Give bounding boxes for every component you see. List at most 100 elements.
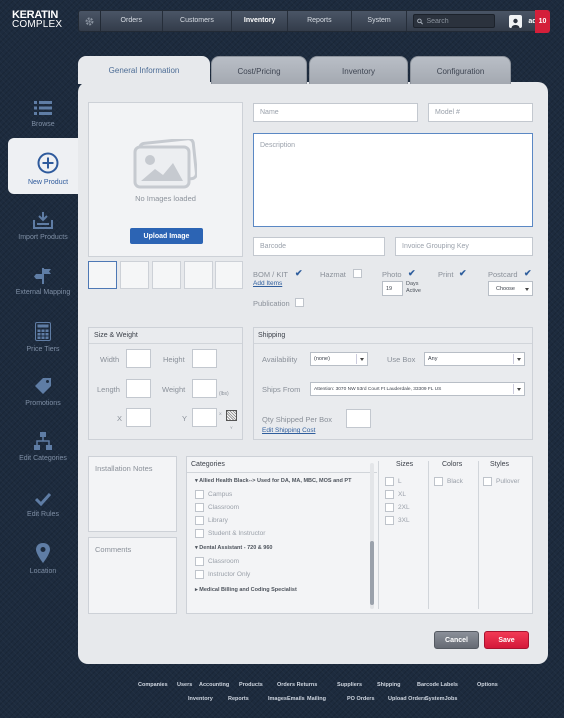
days-active-stepper[interactable]: 19: [382, 281, 403, 296]
gear-icon[interactable]: [79, 11, 101, 31]
footer-link[interactable]: Suppliers: [337, 682, 362, 688]
sidebar-item-edit-rules[interactable]: Edit Rules: [0, 492, 86, 518]
size-item[interactable]: 3XL: [385, 516, 410, 525]
width-input[interactable]: [126, 349, 151, 368]
use-box-select[interactable]: Any: [424, 352, 525, 366]
category-checkbox[interactable]: [195, 516, 204, 525]
category-checkbox[interactable]: [195, 529, 204, 538]
category-group-allied-health[interactable]: ▾ Allied Health Black--> Used for DA, MA…: [195, 478, 351, 484]
invoice-grouping-key-field[interactable]: Invoice Grouping Key: [395, 237, 533, 256]
footer-link[interactable]: Mailing: [307, 696, 326, 702]
size-item[interactable]: XL: [385, 490, 406, 499]
sidebar-item-price-tiers[interactable]: Price Tiers: [0, 322, 86, 353]
nav-reports[interactable]: Reports: [288, 11, 352, 31]
sidebar-item-new-product[interactable]: New Product: [8, 138, 88, 194]
weight-input[interactable]: [192, 379, 217, 398]
sidebar-item-external-mapping[interactable]: External Mapping: [0, 266, 86, 296]
category-item[interactable]: Classroom: [195, 557, 239, 566]
installation-notes-field[interactable]: Installation Notes: [88, 456, 177, 532]
nav-system[interactable]: System: [352, 11, 408, 31]
category-item[interactable]: Classroom: [195, 503, 239, 512]
thumbnail-slot[interactable]: [120, 261, 149, 289]
footer-link[interactable]: Images: [268, 696, 287, 702]
user-avatar-icon[interactable]: [509, 14, 523, 28]
footer-link[interactable]: Barcode Labels: [417, 682, 458, 688]
size-checkbox[interactable]: [385, 490, 394, 499]
thumbnail-slot[interactable]: [88, 261, 117, 289]
thumbnail-slot[interactable]: [152, 261, 181, 289]
thumbnail-slot[interactable]: [184, 261, 213, 289]
bom-kit-checkbox[interactable]: ✔: [295, 268, 303, 279]
category-checkbox[interactable]: [195, 557, 204, 566]
search-input[interactable]: [426, 17, 495, 25]
edit-shipping-cost-link[interactable]: Edit Shipping Cost: [262, 427, 315, 434]
size-checkbox[interactable]: [385, 477, 394, 486]
footer-link[interactable]: PO Orders: [347, 696, 375, 702]
footer-link[interactable]: SystemJobs: [425, 696, 457, 702]
thumbnail-slot[interactable]: [215, 261, 243, 289]
qty-shipped-input[interactable]: [346, 409, 371, 428]
footer-link[interactable]: Shipping: [377, 682, 401, 688]
tab-general-information[interactable]: General Information: [78, 56, 210, 84]
postcard-checkbox[interactable]: ✔: [524, 268, 532, 279]
photo-checkbox[interactable]: ✔: [408, 268, 416, 279]
nav-inventory[interactable]: Inventory: [232, 11, 289, 31]
save-button[interactable]: Save: [484, 631, 529, 649]
model-field[interactable]: Model #: [428, 103, 533, 122]
category-item[interactable]: Campus: [195, 490, 232, 499]
size-item[interactable]: L: [385, 477, 402, 486]
nav-customers[interactable]: Customers: [163, 11, 233, 31]
tab-cost-pricing[interactable]: Cost/Pricing: [211, 56, 307, 84]
size-checkbox[interactable]: [385, 503, 394, 512]
cancel-button[interactable]: Cancel: [434, 631, 479, 649]
tab-configuration[interactable]: Configuration: [410, 56, 511, 84]
size-item[interactable]: 2XL: [385, 503, 410, 512]
description-field[interactable]: Description: [253, 133, 533, 227]
upload-image-button[interactable]: Upload Image: [130, 228, 203, 244]
footer-link[interactable]: Products: [239, 682, 263, 688]
style-item[interactable]: Pullover: [483, 477, 519, 486]
footer-link[interactable]: Orders Returns: [277, 682, 317, 688]
hazmat-checkbox[interactable]: [353, 269, 362, 278]
publication-checkbox[interactable]: [295, 298, 304, 307]
sidebar-item-import-products[interactable]: Import Products: [0, 212, 86, 241]
availability-select[interactable]: (none): [310, 352, 368, 366]
category-checkbox[interactable]: [195, 570, 204, 579]
category-checkbox[interactable]: [195, 503, 204, 512]
grid-icon[interactable]: [226, 410, 237, 421]
footer-link[interactable]: Companies: [138, 682, 168, 688]
name-field[interactable]: Name: [253, 103, 418, 122]
postcard-choose-select[interactable]: Choose: [488, 281, 533, 296]
nav-orders[interactable]: Orders: [101, 11, 163, 31]
sidebar-item-browse[interactable]: Browse: [0, 100, 86, 128]
footer-link[interactable]: Inventory: [188, 696, 213, 702]
notification-badge[interactable]: 10: [535, 10, 550, 33]
footer-link[interactable]: Upload Orders: [388, 696, 426, 702]
print-checkbox[interactable]: ✔: [459, 268, 467, 279]
color-checkbox[interactable]: [434, 477, 443, 486]
color-item[interactable]: Black: [434, 477, 463, 486]
brand-logo[interactable]: KERATIN COMPLEX: [12, 10, 62, 30]
sidebar-item-promotions[interactable]: Promotions: [0, 377, 86, 407]
comments-field[interactable]: Comments: [88, 537, 177, 614]
height-input[interactable]: [192, 349, 217, 368]
footer-link[interactable]: Emails: [287, 696, 305, 702]
footer-link[interactable]: Accounting: [199, 682, 229, 688]
style-checkbox[interactable]: [483, 477, 492, 486]
tab-inventory[interactable]: Inventory: [309, 56, 408, 84]
category-checkbox[interactable]: [195, 490, 204, 499]
barcode-field[interactable]: Barcode: [253, 237, 385, 256]
footer-link[interactable]: Options: [477, 682, 498, 688]
footer-link[interactable]: Users: [177, 682, 192, 688]
categories-scrollbar[interactable]: [370, 463, 374, 609]
size-checkbox[interactable]: [385, 516, 394, 525]
category-item[interactable]: Library: [195, 516, 228, 525]
sidebar-item-location[interactable]: Location: [0, 543, 86, 575]
category-item[interactable]: Instructor Only: [195, 570, 250, 579]
add-items-link[interactable]: Add Items: [253, 280, 282, 287]
x-input[interactable]: [126, 408, 151, 427]
y-input[interactable]: [192, 408, 217, 427]
footer-link[interactable]: Reports: [228, 696, 249, 702]
category-item[interactable]: Student & Instructor: [195, 529, 265, 538]
sidebar-item-edit-categories[interactable]: Edit Categories: [0, 432, 86, 462]
